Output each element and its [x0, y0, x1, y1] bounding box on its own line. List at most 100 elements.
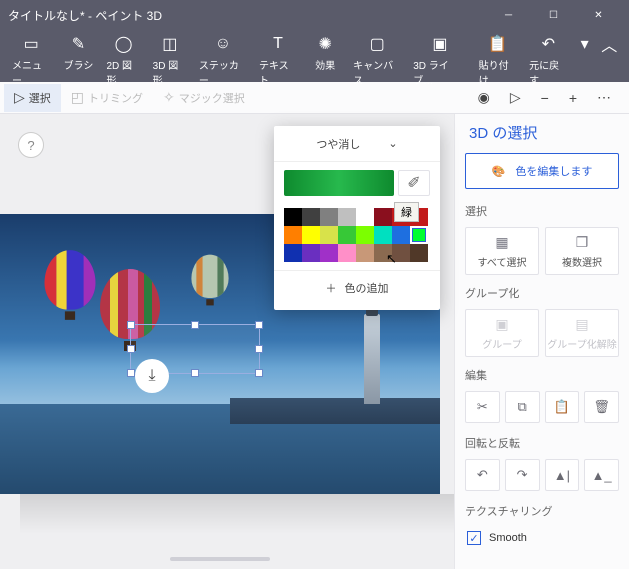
sticker-button[interactable]: ☺ステッカー — [193, 32, 253, 89]
cut-button[interactable]: ✂ — [465, 391, 500, 423]
swatch-0-2[interactable] — [320, 208, 338, 226]
color-tooltip: 緑 — [394, 202, 419, 222]
effects-button[interactable]: ✺効果 — [303, 32, 347, 74]
crop-label: トリミング — [88, 90, 143, 106]
swatch-1-6[interactable] — [392, 226, 410, 244]
ribbon: ▭メニュー ✎ブラシ ◯2D 図形 ◫3D 図形 ☺ステッカー Tテキスト ✺効… — [0, 30, 629, 82]
scissors-icon: ✂ — [477, 399, 488, 415]
paste-button-side[interactable]: 📋 — [545, 391, 580, 423]
multi-select-label: 複数選択 — [562, 254, 602, 269]
swatch-0-4[interactable] — [356, 208, 374, 226]
lib3d-button[interactable]: ▣3D ライブ… — [407, 32, 472, 89]
copy-button[interactable]: ⧉ — [505, 391, 540, 423]
plus-icon: ＋ — [326, 280, 337, 296]
text-icon: T — [273, 34, 283, 54]
stamp-button[interactable]: ⤓ — [135, 359, 169, 393]
swatch-2-5[interactable] — [374, 244, 392, 262]
more-button[interactable]: ▾ — [574, 32, 596, 56]
finish-label: つや消し — [316, 136, 360, 152]
stamp-icon: ⤓ — [148, 367, 155, 385]
window-title: タイトルなし* - ペイント 3D — [8, 7, 486, 24]
add-color-button[interactable]: ＋ 色の追加 — [274, 270, 440, 304]
swatch-0-1[interactable] — [302, 208, 320, 226]
maximize-button[interactable]: ☐ — [531, 0, 576, 30]
swatch-2-6[interactable] — [392, 244, 410, 262]
help-button[interactable]: ? — [18, 132, 44, 158]
rotate-cw-button[interactable]: ↷ — [505, 459, 540, 491]
zoom-in-button[interactable]: + — [559, 84, 587, 112]
swatch-2-4[interactable] — [356, 244, 374, 262]
swatch-2-0[interactable] — [284, 244, 302, 262]
select-all-icon: ▦ — [495, 234, 508, 251]
shapes2d-button[interactable]: ◯2D 図形 — [100, 32, 146, 89]
shapes3d-button[interactable]: ◫3D 図形 — [147, 32, 193, 89]
mixed-reality-button[interactable]: ▷ — [500, 84, 531, 112]
ungroup-label: グループ化解除 — [547, 336, 616, 351]
brush-icon: ✎ — [72, 34, 85, 54]
crop-tool[interactable]: ◰トリミング — [61, 84, 153, 112]
multi-select-button[interactable]: ❐複数選択 — [545, 227, 619, 275]
swatch-1-5[interactable] — [374, 226, 392, 244]
canvas-button[interactable]: ▢キャンバス — [347, 32, 407, 89]
paste-button[interactable]: 📋貼り付け — [473, 32, 523, 89]
delete-button[interactable]: 🗑 — [584, 391, 619, 423]
shapes3d-icon: ◫ — [162, 34, 177, 54]
swatch-0-3[interactable] — [338, 208, 356, 226]
crop-icon: ◰ — [71, 89, 84, 106]
edit-colors-button[interactable]: 🎨 色を編集します — [465, 153, 619, 189]
menu-button[interactable]: ▭メニュー — [6, 32, 56, 89]
scroll-indicator[interactable] — [170, 557, 270, 561]
eyedropper-icon: ✐ — [407, 173, 420, 193]
brush-button[interactable]: ✎ブラシ — [56, 32, 100, 74]
swatch-1-7[interactable] — [410, 226, 428, 244]
swatch-1-2[interactable] — [320, 226, 338, 244]
group-label: グループ — [482, 336, 521, 351]
current-color-swatch[interactable] — [284, 170, 394, 196]
rotate-ccw-button[interactable]: ↶ — [465, 459, 500, 491]
checkbox-checked-icon: ✓ — [467, 531, 481, 545]
collapse-button[interactable]: ︿ — [596, 32, 623, 56]
text-button[interactable]: Tテキスト — [253, 32, 303, 89]
finish-dropdown[interactable]: つや消し ⌄ — [274, 126, 440, 162]
close-button[interactable]: ✕ — [576, 0, 621, 30]
swatch-1-1[interactable] — [302, 226, 320, 244]
titlebar: タイトルなし* - ペイント 3D ─ ☐ ✕ — [0, 0, 629, 30]
swatch-2-7[interactable] — [410, 244, 428, 262]
clipboard-icon: 📋 — [554, 399, 570, 415]
swatch-2-3[interactable] — [338, 244, 356, 262]
select-all-button[interactable]: ▦すべて選択 — [465, 227, 539, 275]
canvas-icon: ▢ — [370, 34, 385, 54]
rotate-section-label: 回転と反転 — [465, 435, 619, 451]
window-controls: ─ ☐ ✕ — [486, 0, 621, 30]
select-label: 選択 — [29, 90, 51, 106]
flip-v-button[interactable]: ▲_ — [584, 459, 619, 491]
edit-section-label: 編集 — [465, 367, 619, 383]
view3d-button[interactable]: ◉ — [468, 84, 500, 112]
flip-h-button[interactable]: ▲| — [545, 459, 580, 491]
color-panel: つや消し ⌄ ✐ ＋ 色の追加 緑 ↖ — [274, 126, 440, 310]
ungroup-button: ▤グループ化解除 — [545, 309, 619, 357]
rotate-cw-icon: ↷ — [517, 467, 528, 483]
shapes2d-icon: ◯ — [115, 34, 133, 54]
eyedropper-button[interactable]: ✐ — [398, 170, 430, 196]
zoom-out-button[interactable]: − — [531, 84, 559, 112]
magic-icon: ✧ — [163, 89, 175, 106]
menu-icon: ▭ — [24, 34, 39, 54]
flip-h-icon: ▲| — [554, 468, 570, 483]
swatch-1-0[interactable] — [284, 226, 302, 244]
copy-icon: ⧉ — [517, 399, 526, 415]
undo-button[interactable]: ↶元に戻す — [523, 32, 573, 89]
magic-select-tool[interactable]: ✧マジック選択 — [153, 84, 255, 112]
swatch-2-2[interactable] — [320, 244, 338, 262]
swatch-1-4[interactable] — [356, 226, 374, 244]
minimize-button[interactable]: ─ — [486, 0, 531, 30]
swatch-0-0[interactable] — [284, 208, 302, 226]
swatch-2-1[interactable] — [302, 244, 320, 262]
trash-icon: 🗑 — [593, 399, 610, 415]
swatch-0-5[interactable] — [374, 208, 392, 226]
overflow-button[interactable]: ⋯ — [587, 84, 621, 112]
group-section-label: グループ化 — [465, 285, 619, 301]
smooth-checkbox-row[interactable]: ✓ Smooth — [465, 527, 619, 549]
swatch-1-3[interactable] — [338, 226, 356, 244]
select-tool[interactable]: ▷選択 — [4, 84, 61, 112]
